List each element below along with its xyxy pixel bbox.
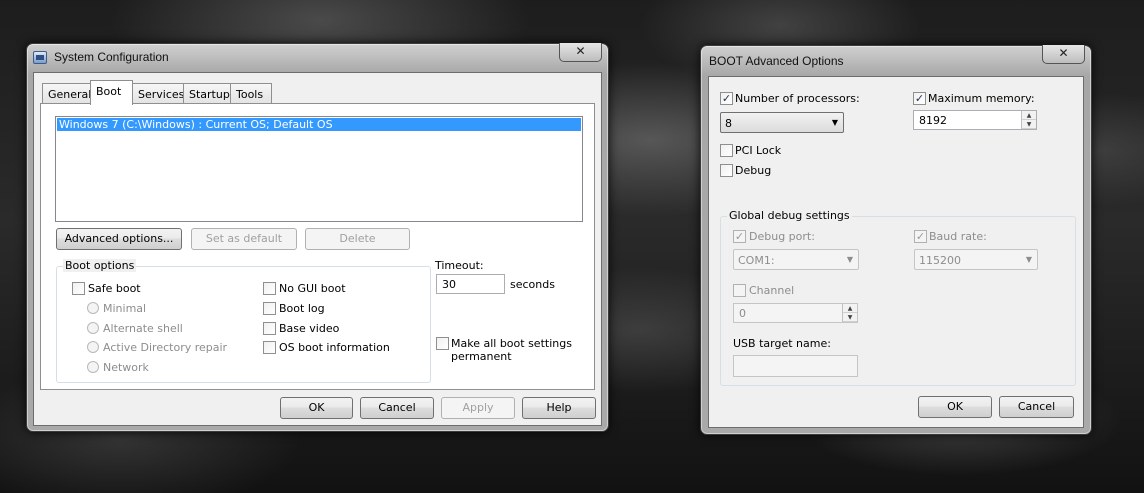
apply-button[interactable]: Apply <box>441 397 515 419</box>
ad-repair-label: Active Directory repair <box>103 341 228 354</box>
delete-button[interactable]: Delete <box>305 228 410 250</box>
make-permanent-checkbox[interactable] <box>436 337 449 350</box>
channel-spinner[interactable]: ▲ ▼ <box>842 304 857 322</box>
boot-tab-panel: Windows 7 (C:\Windows) : Current OS; Def… <box>40 103 595 390</box>
ok-button[interactable]: OK <box>918 396 992 418</box>
dialog-client: ✓ Number of processors: 8 ▼ ✓ Maximum me… <box>708 76 1084 428</box>
max-memory-spinner[interactable]: ▲ ▼ <box>1021 111 1036 129</box>
spin-up-icon[interactable]: ▲ <box>1022 111 1036 120</box>
ad-repair-radio[interactable] <box>87 341 99 353</box>
advanced-options-button[interactable]: Advanced options... <box>56 228 182 250</box>
chevron-down-icon: ▼ <box>846 255 853 264</box>
spin-down-icon[interactable]: ▼ <box>843 313 857 322</box>
make-permanent-label: Make all boot settings <box>451 337 572 350</box>
baud-rate-value: 115200 <box>919 254 961 267</box>
minimal-label: Minimal <box>103 302 147 315</box>
max-memory-value: 8192 <box>919 114 947 127</box>
tab-boot[interactable]: Boot <box>90 80 133 105</box>
pci-lock-checkbox[interactable] <box>720 144 733 157</box>
debug-port-value: COM1: <box>738 254 775 267</box>
os-list-item[interactable]: Windows 7 (C:\Windows) : Current OS; Def… <box>57 118 581 131</box>
chevron-down-icon: ▼ <box>831 118 838 127</box>
channel-checkbox[interactable] <box>733 284 746 297</box>
base-video-checkbox[interactable] <box>263 322 276 335</box>
window-title: BOOT Advanced Options <box>709 54 844 68</box>
usb-target-label: USB target name: <box>733 337 831 350</box>
channel-value: 0 <box>739 307 746 320</box>
tab-services[interactable]: Services <box>132 83 184 104</box>
make-permanent-label-2: permanent <box>451 350 512 363</box>
boot-options-group: Boot options Safe boot Minimal Alternate… <box>56 259 431 383</box>
boot-options-label: Boot options <box>63 259 137 272</box>
minimal-radio[interactable] <box>87 302 99 314</box>
boot-log-label: Boot log <box>279 302 325 315</box>
baud-rate-dropdown[interactable]: 115200 ▼ <box>914 249 1038 270</box>
dialog-client: General Boot Services Startup Tools Wind… <box>33 72 602 426</box>
debug-port-checkbox[interactable]: ✓ <box>733 230 746 243</box>
debug-label: Debug <box>735 164 772 177</box>
tab-startup[interactable]: Startup <box>183 83 231 104</box>
close-button[interactable]: ✕ <box>1042 45 1085 64</box>
no-gui-boot-label: No GUI boot <box>279 282 346 295</box>
debug-checkbox[interactable] <box>720 164 733 177</box>
boot-advanced-options-window: BOOT Advanced Options ✕ ✓ Number of proc… <box>700 45 1092 435</box>
cancel-button[interactable]: Cancel <box>360 397 434 419</box>
chevron-down-icon: ▼ <box>1025 255 1032 264</box>
timeout-label: Timeout: <box>435 259 484 272</box>
set-as-default-button[interactable]: Set as default <box>191 228 297 250</box>
max-memory-label: Maximum memory: <box>928 92 1035 105</box>
msconfig-icon <box>33 51 47 64</box>
close-button[interactable]: ✕ <box>559 43 602 62</box>
os-boot-info-label: OS boot information <box>279 341 390 354</box>
num-processors-value: 8 <box>725 117 732 130</box>
channel-input[interactable]: 0 ▲ ▼ <box>733 303 858 323</box>
usb-target-input[interactable] <box>733 355 858 377</box>
os-boot-info-checkbox[interactable] <box>263 341 276 354</box>
tab-tools[interactable]: Tools <box>230 83 272 104</box>
baud-rate-label: Baud rate: <box>929 230 987 243</box>
spin-down-icon[interactable]: ▼ <box>1022 120 1036 129</box>
ok-button[interactable]: OK <box>280 397 353 419</box>
global-debug-settings-label: Global debug settings <box>727 209 852 222</box>
network-label: Network <box>103 361 149 374</box>
window-title: System Configuration <box>54 50 169 64</box>
timeout-unit: seconds <box>510 278 555 291</box>
pci-lock-label: PCI Lock <box>735 144 782 157</box>
max-memory-input[interactable]: 8192 ▲ ▼ <box>913 110 1037 130</box>
help-button[interactable]: Help <box>522 397 596 419</box>
num-processors-checkbox[interactable]: ✓ <box>720 92 733 105</box>
alternate-shell-radio[interactable] <box>87 322 99 334</box>
cancel-button[interactable]: Cancel <box>999 396 1074 418</box>
tab-general[interactable]: General <box>42 83 91 104</box>
spin-up-icon[interactable]: ▲ <box>843 304 857 313</box>
os-list[interactable]: Windows 7 (C:\Windows) : Current OS; Def… <box>55 116 583 222</box>
alternate-shell-label: Alternate shell <box>103 322 183 335</box>
debug-port-label: Debug port: <box>749 230 815 243</box>
boot-log-checkbox[interactable] <box>263 302 276 315</box>
safe-boot-label: Safe boot <box>88 282 141 295</box>
num-processors-dropdown[interactable]: 8 ▼ <box>720 112 844 133</box>
channel-label: Channel <box>749 284 795 297</box>
num-processors-label: Number of processors: <box>735 92 860 105</box>
base-video-label: Base video <box>279 322 340 335</box>
timeout-input[interactable]: 30 <box>436 274 505 294</box>
max-memory-checkbox[interactable]: ✓ <box>913 92 926 105</box>
global-debug-settings-group: Global debug settings ✓ Debug port: COM1… <box>720 209 1076 386</box>
system-configuration-window: System Configuration ✕ General Boot Serv… <box>26 43 609 432</box>
no-gui-boot-checkbox[interactable] <box>263 282 276 295</box>
debug-port-dropdown[interactable]: COM1: ▼ <box>733 249 859 270</box>
safe-boot-checkbox[interactable] <box>72 282 85 295</box>
network-radio[interactable] <box>87 361 99 373</box>
baud-rate-checkbox[interactable]: ✓ <box>914 230 927 243</box>
